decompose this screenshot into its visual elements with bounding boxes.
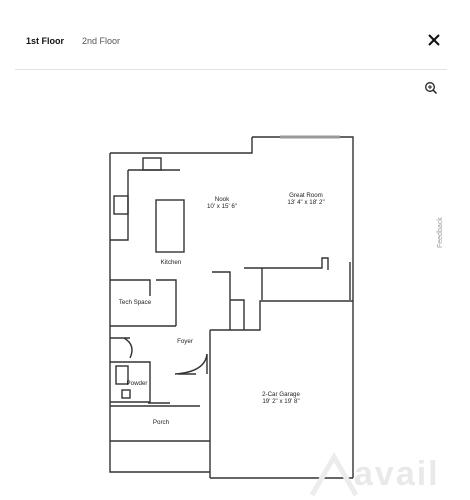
room-size-nook: 10' x 15' 6" bbox=[207, 203, 237, 210]
watermark-text: avail bbox=[354, 455, 440, 493]
room-size-great-room: 13' 4" x 18' 2" bbox=[287, 199, 324, 206]
room-size-garage: 19' 2" x 19' 8" bbox=[262, 398, 299, 405]
room-label-tech-space: Tech Space bbox=[119, 299, 152, 306]
room-label-great-room: Great Room bbox=[289, 192, 323, 199]
room-label-kitchen: Kitchen bbox=[161, 259, 182, 266]
room-label-powder: Powder bbox=[127, 380, 148, 387]
room-label-porch: Porch bbox=[153, 419, 170, 426]
room-label-nook: Nook bbox=[215, 196, 230, 203]
floor-plan: Nook 10' x 15' 6" Great Room 13' 4" x 18… bbox=[109, 135, 354, 479]
room-label-foyer: Foyer bbox=[177, 338, 193, 345]
room-label-garage: 2-Car Garage bbox=[262, 391, 300, 398]
